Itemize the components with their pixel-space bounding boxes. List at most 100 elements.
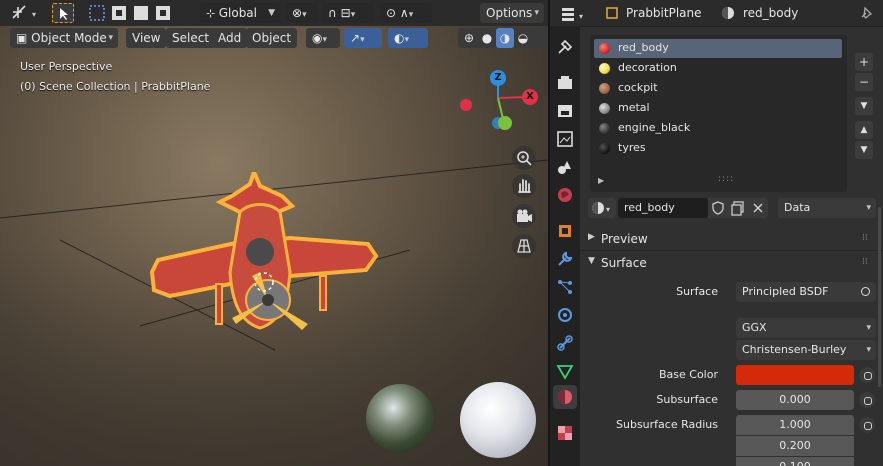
selection-mode-icons[interactable] [88,4,186,22]
menu-add[interactable]: Add [212,28,248,48]
editor-type-icon[interactable]: ▾ [560,5,590,23]
gizmo-icon: ↗ [350,31,361,45]
subsurface-socket-button[interactable] [859,392,875,408]
duplicate-material-button[interactable] [728,198,748,218]
move-slot-up-button[interactable]: ▲ [855,121,873,139]
zoom-icon[interactable] [512,146,536,170]
panel-drag-handle-icon[interactable]: ⁞⁞ [862,233,868,243]
gizmo-dropdown[interactable]: ↗▾ [344,28,382,48]
proportional-edit-icon: ⊙ [386,6,397,20]
material-preview-sphere [460,382,536,458]
texture-icon [558,426,572,440]
mode-dropdown[interactable]: ▣ Object Mode ▾ [10,28,118,48]
tab-physics[interactable] [553,303,577,327]
surface-shader-selector[interactable]: Principled BSDF [736,282,876,302]
constraints-icon [557,335,573,351]
pin-icon[interactable] [858,5,874,21]
object-icon [559,225,571,237]
remove-slot-button[interactable]: − [855,73,873,91]
tab-texture[interactable] [553,421,577,445]
move-slot-down-button[interactable]: ▼ [855,141,873,159]
material-properties: red_body decoration cockpit metal engine… [580,27,883,466]
properties-editor: ▾ PrabbitPlane red_body red_body decorat… [550,0,883,466]
3d-viewport[interactable]: ▾ ⊹ Global ▼ ⊗▾ ∩ ⊟▾ ⊙ ∧▾ Options ▾ ▣ Ob… [0,0,548,466]
snap-dropdown[interactable]: ∩ ⊟▾ [322,3,374,23]
x-axis-handle[interactable]: X [522,89,538,105]
select-tool-icon[interactable] [52,3,74,23]
viewport-header: ▾ ⊹ Global ▼ ⊗▾ ∩ ⊟▾ ⊙ ∧▾ Options ▾ [0,0,548,26]
base-color-socket-button[interactable] [859,367,875,383]
list-filter-toggle-icon[interactable]: ▶ [598,176,604,185]
tool-icon [558,39,573,54]
menu-object[interactable]: Object [246,28,298,48]
properties-scrollbar[interactable] [878,207,881,387]
subsurface-value-field[interactable]: 0.000 [736,390,854,410]
material-slot-name: decoration [618,61,677,74]
tab-output[interactable] [553,99,577,123]
overlays-dropdown[interactable]: ◐▾ [388,28,428,48]
list-item[interactable]: cockpit [594,79,842,98]
tab-world[interactable] [553,183,577,207]
tab-object[interactable] [553,219,577,243]
svg-text:▾: ▾ [606,205,610,214]
subsurface-radius-z-field[interactable]: 0.100 [736,457,854,466]
tab-modifiers[interactable] [553,247,577,271]
material-preview-shading-icon[interactable]: ◑ [496,28,514,48]
tab-render[interactable] [553,71,577,95]
snap-target-icon: ⊟ [340,6,351,20]
slot-specials-button[interactable]: ▼ [855,97,873,115]
menu-view[interactable]: View [126,28,167,48]
options-dropdown[interactable]: Options ▾ [480,3,544,23]
tab-tool[interactable] [553,35,577,59]
tab-constraints[interactable] [553,331,577,355]
navigation-gizmo[interactable]: Z X Y [458,68,548,140]
panel-drag-handle-icon[interactable]: ⁞⁞ [862,257,868,267]
material-name-field[interactable]: red_body [618,198,708,218]
camera-icon[interactable] [512,204,536,228]
list-item[interactable]: tyres [594,139,842,158]
subsurface-radius-y-field[interactable]: 0.200 [736,436,854,456]
preview-panel-header[interactable]: ▶ Preview ⁞⁞ [580,228,883,250]
tab-object-data[interactable] [553,359,577,383]
subsurface-method-dropdown[interactable]: Christensen-Burley ▾ [736,340,876,360]
material-slot-list[interactable]: red_body decoration cockpit metal engine… [590,35,847,192]
rendered-shading-icon[interactable]: ◒ [514,28,532,48]
base-color-swatch[interactable] [736,365,854,385]
solid-shading-icon[interactable]: ● [478,28,496,48]
subsurface-radius-socket-button[interactable] [859,417,875,433]
link-dropdown[interactable]: Data ▾ [778,198,876,218]
fake-user-button[interactable] [708,198,728,218]
list-resize-handle-icon[interactable]: :::: [718,174,734,184]
tab-view-layer[interactable] [553,127,577,151]
add-slot-button[interactable]: + [855,53,873,71]
list-item[interactable]: red_body [594,39,842,58]
menu-select[interactable]: Select [166,28,216,48]
hand-pan-icon[interactable] [512,174,536,198]
scene-collection-label: (0) Scene Collection | PrabbitPlane [20,80,211,93]
wireframe-shading-icon[interactable]: ⊕ [460,28,478,48]
list-item[interactable]: decoration [594,59,842,78]
editor-type-icon[interactable]: ▾ [10,4,40,22]
subsurface-radius-x-field[interactable]: 1.000 [736,415,854,435]
preview-panel-label: Preview [601,232,648,246]
surface-panel-header[interactable]: ▼ Surface ⁞⁞ [580,252,883,274]
airplane-model[interactable] [140,172,380,352]
list-item[interactable]: engine_black [594,119,842,138]
unlink-material-button[interactable] [748,198,768,218]
grid-perspective-icon[interactable] [512,234,536,258]
tab-scene[interactable] [553,155,577,179]
list-item[interactable]: metal [594,99,842,118]
tab-particles[interactable] [553,275,577,299]
visibility-dropdown[interactable]: ◉▾ [306,28,340,48]
tab-material[interactable] [553,385,577,409]
options-label: Options [486,6,533,20]
material-icon [722,7,734,19]
y-axis-handle[interactable]: Y [498,116,512,130]
view-perspective-label: User Perspective [20,60,113,73]
proportional-edit-dropdown[interactable]: ⊙ ∧▾ [380,3,432,23]
pivot-point-dropdown[interactable]: ⊗▾ [286,3,318,23]
transform-orientation-dropdown[interactable]: ⊹ Global ▼ [200,3,280,23]
distribution-dropdown[interactable]: GGX ▾ [736,318,876,338]
z-axis-handle[interactable]: Z [490,70,506,86]
browse-material-button[interactable]: ▾ [588,198,616,218]
